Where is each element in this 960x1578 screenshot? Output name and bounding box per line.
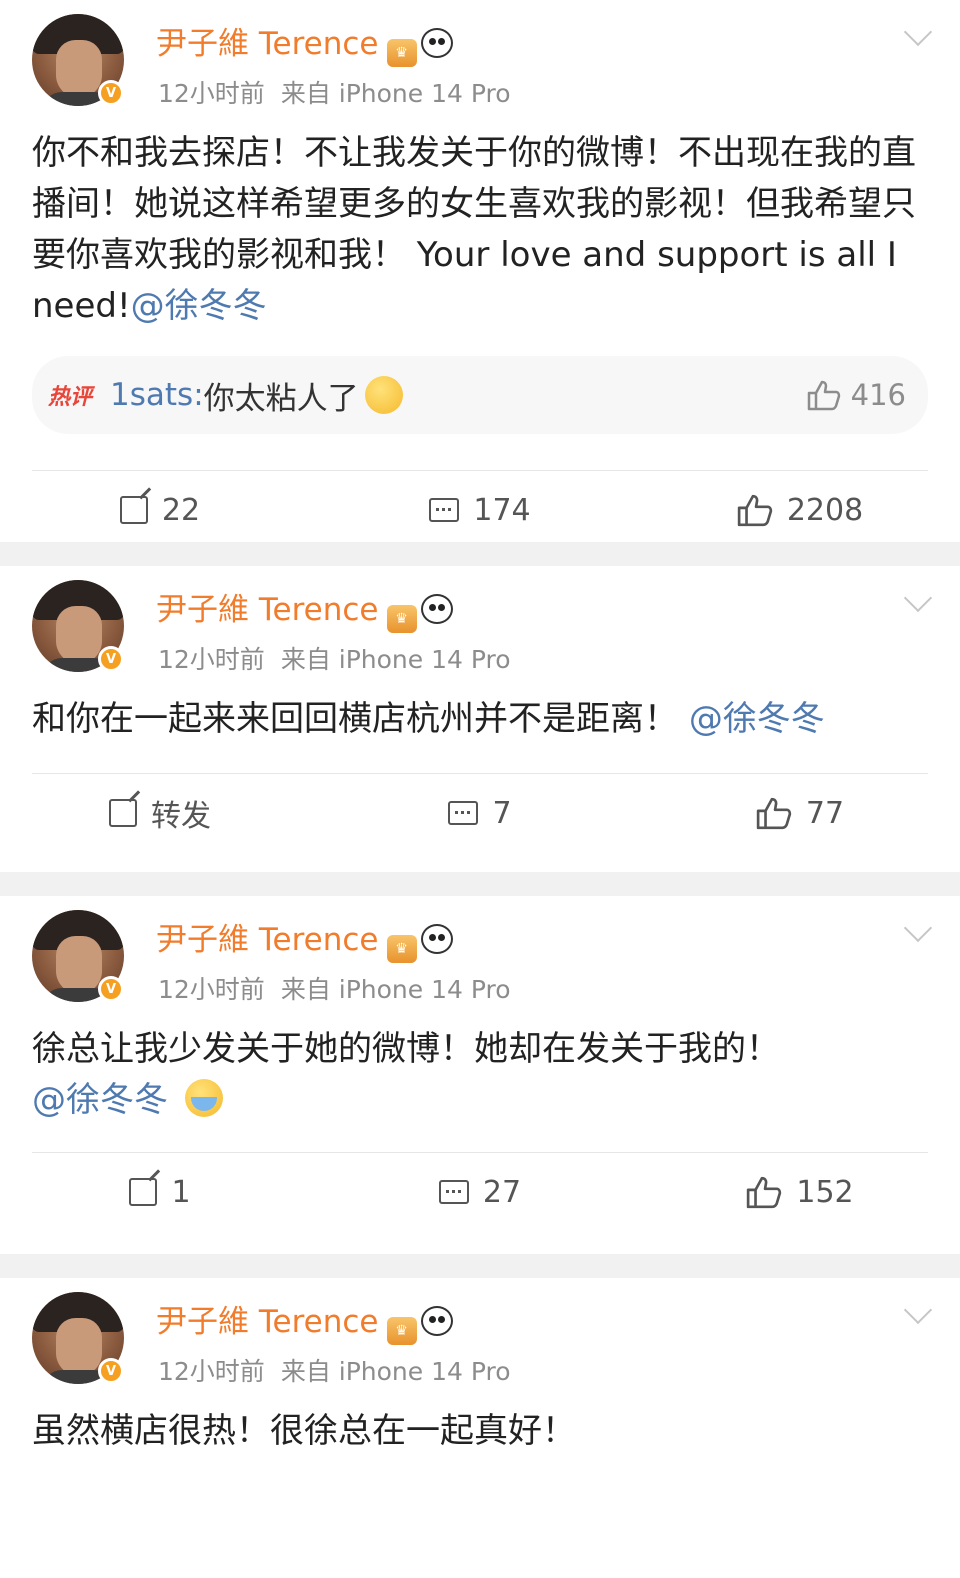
action-bar: 1 27 152 — [0, 1153, 960, 1231]
author-name[interactable]: 尹子維 Terence ♛ — [156, 1296, 453, 1345]
shush-emoji-icon — [364, 376, 403, 414]
post-body: 和你在一起来来回回横店杭州并不是距离！ — [32, 699, 678, 739]
post-meta: 12小时前 来自 iPhone 14 Pro — [158, 1352, 511, 1388]
comment-button[interactable]: 174 — [320, 493, 640, 528]
author-name-text[interactable]: 尹子維 Terence — [156, 1304, 379, 1340]
crown-icon: ♛ — [386, 605, 417, 633]
post-source: 来自 iPhone 14 Pro — [280, 645, 511, 674]
share-label: 转发 — [151, 799, 211, 834]
share-button[interactable]: 转发 — [0, 791, 320, 835]
hot-comment[interactable]: 热评 1sats: 你太粘人了 416 — [32, 356, 928, 434]
author-name-text[interactable]: 尹子維 Terence — [156, 592, 379, 628]
share-icon — [109, 799, 137, 827]
mention-link[interactable]: @徐冬冬 — [32, 1080, 168, 1120]
post-text: 徐总让我少发关于她的微博！她却在发关于我的！ @徐冬冬 — [0, 1024, 960, 1126]
post-header: V 尹子維 Terence ♛ 12小时前 来自 iPhone 14 Pro — [0, 566, 960, 682]
share-icon — [129, 1178, 158, 1206]
chevron-down-icon[interactable] — [903, 583, 933, 613]
comment-button[interactable]: 27 — [320, 1175, 640, 1210]
like-button[interactable]: 77 — [640, 796, 960, 831]
share-button[interactable]: 22 — [0, 493, 320, 528]
post-header: V 尹子維 Terence ♛ 12小时前 来自 iPhone 14 Pro — [0, 896, 960, 1012]
hot-comment-like[interactable]: 416 — [807, 378, 906, 412]
chevron-down-icon[interactable] — [903, 913, 933, 943]
post-card-4[interactable]: V 尹子維 Terence ♛ 12小时前 来自 iPhone 14 Pro 虽然横… — [0, 1278, 960, 1578]
hot-comment-text: 你太粘人了 — [203, 380, 359, 417]
share-button[interactable]: 1 — [0, 1175, 320, 1210]
post-body: 虽然横店很热！很徐总在一起真好！ — [32, 1411, 576, 1451]
post-body: 徐总让我少发关于她的微博！她却在发关于我的！ — [32, 1029, 780, 1069]
like-count: 2208 — [786, 492, 864, 528]
verified-badge-icon: V — [98, 80, 124, 106]
post-meta: 12小时前 来自 iPhone 14 Pro — [158, 970, 511, 1006]
verified-badge-icon: V — [98, 646, 124, 672]
mention-link[interactable]: @徐冬冬 — [689, 699, 825, 739]
post-time: 12小时前 — [158, 645, 265, 674]
hot-comment-tag: 热评 — [48, 385, 93, 410]
post-card-3[interactable]: V 尹子維 Terence ♛ 12小时前 来自 iPhone 14 Pro 徐总让… — [0, 896, 960, 1254]
author-name[interactable]: 尹子維 Terence ♛ — [156, 18, 453, 67]
panda-icon — [420, 924, 453, 954]
share-count: 1 — [171, 1174, 191, 1210]
feed-gap — [0, 542, 960, 566]
hot-comment-like-count: 416 — [850, 378, 906, 412]
verified-badge-icon: V — [98, 1358, 124, 1384]
post-meta: 12小时前 来自 iPhone 14 Pro — [158, 640, 511, 676]
post-card-1[interactable]: V 尹子維 Terence ♛ 12小时前 来自 iPhone 14 Pro 你不和… — [0, 0, 960, 542]
comment-count: 7 — [492, 795, 512, 831]
action-bar: 转发 7 77 — [0, 774, 960, 852]
comment-count: 27 — [482, 1174, 522, 1210]
action-bar: 22 174 2208 — [0, 471, 960, 542]
panda-icon — [420, 594, 453, 624]
author-name[interactable]: 尹子維 Terence ♛ — [156, 914, 453, 963]
comment-button[interactable]: 7 — [320, 796, 640, 831]
post-card-2[interactable]: V 尹子維 Terence ♛ 12小时前 来自 iPhone 14 Pro 和你在… — [0, 566, 960, 872]
like-button[interactable]: 2208 — [640, 493, 960, 528]
like-count: 77 — [805, 795, 845, 831]
comment-icon — [438, 1180, 469, 1204]
feed-gap — [0, 872, 960, 896]
share-count: 22 — [161, 492, 201, 528]
chevron-down-icon[interactable] — [903, 17, 933, 47]
verified-badge-icon: V — [98, 976, 124, 1002]
comment-icon — [429, 498, 460, 522]
post-text: 你不和我去探店！不让我发关于你的微博！不出现在我的直播间！她说这样希望更多的女生… — [0, 128, 960, 332]
post-time: 12小时前 — [158, 1357, 265, 1386]
panda-icon — [420, 1306, 453, 1336]
crown-icon: ♛ — [386, 39, 417, 67]
crown-icon: ♛ — [386, 935, 417, 963]
post-source: 来自 iPhone 14 Pro — [280, 1357, 511, 1386]
post-source: 来自 iPhone 14 Pro — [280, 79, 511, 108]
comment-icon — [448, 801, 479, 825]
thumbs-up-icon — [747, 1176, 782, 1209]
thumbs-up-icon — [807, 380, 840, 411]
feed-gap — [0, 1254, 960, 1278]
crying-emoji-icon — [184, 1079, 223, 1117]
thumbs-up-icon — [737, 494, 773, 527]
like-count: 152 — [796, 1174, 854, 1210]
post-time: 12小时前 — [158, 975, 265, 1004]
chevron-down-icon[interactable] — [903, 1295, 933, 1325]
panda-icon — [420, 28, 453, 58]
post-header: V 尹子維 Terence ♛ 12小时前 来自 iPhone 14 Pro — [0, 0, 960, 116]
post-time: 12小时前 — [158, 79, 265, 108]
post-text: 和你在一起来来回回横店杭州并不是距离！ @徐冬冬 — [0, 694, 960, 745]
share-icon — [119, 496, 148, 524]
post-meta: 12小时前 来自 iPhone 14 Pro — [158, 74, 511, 110]
post-source: 来自 iPhone 14 Pro — [280, 975, 511, 1004]
author-name-text[interactable]: 尹子維 Terence — [156, 26, 379, 62]
thumbs-up-icon — [756, 797, 792, 830]
comment-count: 174 — [473, 492, 531, 528]
crown-icon: ♛ — [386, 1317, 417, 1345]
post-text: 虽然横店很热！很徐总在一起真好！ — [0, 1406, 960, 1457]
post-header: V 尹子維 Terence ♛ 12小时前 来自 iPhone 14 Pro — [0, 1278, 960, 1394]
hot-comment-user[interactable]: 1sats: — [110, 377, 204, 413]
mention-link[interactable]: @徐冬冬 — [131, 286, 267, 326]
like-button[interactable]: 152 — [640, 1175, 960, 1210]
author-name[interactable]: 尹子維 Terence ♛ — [156, 584, 453, 633]
author-name-text[interactable]: 尹子維 Terence — [156, 922, 379, 958]
